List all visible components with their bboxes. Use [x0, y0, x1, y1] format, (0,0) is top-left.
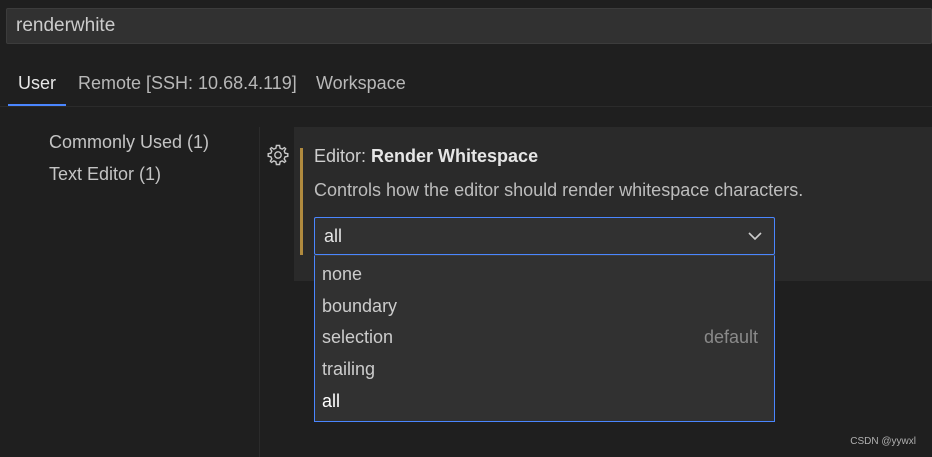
tab-remote-ssh[interactable]: Remote [SSH: 10.68.4.119] — [78, 60, 297, 106]
option-label: boundary — [322, 296, 398, 316]
setting-title: Editor: Render Whitespace — [314, 146, 538, 167]
option-label: trailing — [322, 359, 376, 379]
option-trailing[interactable]: trailing — [315, 354, 774, 384]
option-all[interactable]: all — [315, 386, 774, 416]
option-default-hint: default — [703, 327, 758, 347]
tab-user[interactable]: User — [8, 60, 67, 106]
settings-search-box[interactable] — [6, 8, 932, 44]
option-none[interactable]: none — [315, 259, 774, 289]
render-whitespace-select[interactable]: all — [314, 217, 775, 255]
watermark: CSDN @yywxl — [850, 436, 916, 447]
select-value: all — [324, 226, 343, 246]
option-selection[interactable]: selection default — [315, 322, 774, 352]
toc-divider — [259, 127, 260, 457]
option-label: selection — [322, 327, 394, 347]
option-label: all — [322, 391, 341, 411]
setting-description: Controls how the editor should render wh… — [314, 180, 804, 200]
chevron-down-icon — [748, 232, 762, 241]
setting-name: Render Whitespace — [371, 146, 539, 166]
search-input[interactable] — [16, 9, 916, 43]
tab-workspace[interactable]: Workspace — [316, 60, 406, 106]
settings-toc: Commonly Used (1) Text Editor (1) — [0, 107, 259, 457]
settings-editor: User Remote [SSH: 10.68.4.119] Workspace… — [0, 0, 932, 457]
select-dropdown-list: none boundary selection default trailing… — [314, 255, 775, 422]
option-boundary[interactable]: boundary — [315, 291, 774, 321]
settings-scope-tabs: User Remote [SSH: 10.68.4.119] Workspace — [0, 60, 932, 107]
toc-item-commonly-used[interactable]: Commonly Used (1) — [49, 132, 209, 153]
setting-category: Editor: — [314, 146, 372, 166]
gear-icon[interactable] — [266, 143, 290, 167]
modified-indicator — [300, 148, 303, 255]
toc-item-text-editor[interactable]: Text Editor (1) — [49, 164, 161, 185]
option-label: none — [322, 264, 363, 284]
